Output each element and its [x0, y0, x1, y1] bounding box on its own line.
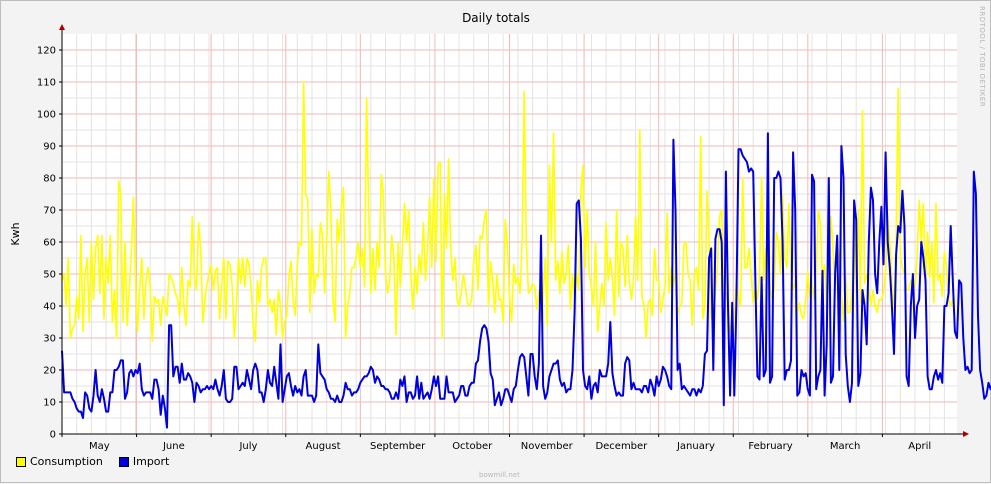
- y-tick-label: 0: [50, 430, 56, 441]
- x-axis-arrow: [963, 431, 969, 437]
- consumption-swatch: [16, 456, 26, 467]
- chart-title: Daily totals: [462, 11, 530, 25]
- x-tick-labels: May June July August September October Novembe…: [89, 441, 931, 452]
- x-tick-label: May: [89, 441, 110, 452]
- legend-label-import: Import: [132, 455, 170, 468]
- y-tick-label: 30: [43, 334, 56, 345]
- x-tick-label: December: [595, 441, 648, 452]
- legend-item-import: Import: [118, 455, 170, 468]
- rrdtool-watermark: RRDTOOL / TOBI OETIKER: [978, 6, 986, 108]
- legend-item-consumption: Consumption: [16, 455, 103, 468]
- x-tick-label: September: [370, 441, 426, 452]
- x-tick-label: February: [748, 441, 792, 452]
- footer-domain: bowmill.net: [479, 471, 520, 479]
- x-tick-label: November: [521, 441, 574, 452]
- y-tick-label: 20: [43, 366, 56, 377]
- y-tick-label: 10: [43, 398, 56, 409]
- x-tick-label: March: [830, 441, 860, 452]
- y-tick-label: 40: [43, 302, 56, 313]
- y-tick-label: 50: [43, 270, 56, 281]
- y-tick-label: 100: [37, 110, 56, 121]
- import-swatch: [118, 456, 129, 467]
- y-tick-label: 60: [43, 238, 56, 249]
- y-tick-label: 120: [37, 46, 56, 57]
- legend: Consumption Import: [16, 455, 169, 468]
- chart-frame: 0 10 20 30 40 50 60 70 80 90 100 110 120 May June July…: [0, 0, 991, 483]
- x-tick-label: August: [306, 441, 341, 452]
- legend-label-consumption: Consumption: [30, 455, 103, 468]
- chart-svg: 0 10 20 30 40 50 60 70 80 90 100 110 120 May June July…: [9, 11, 991, 452]
- y-tick-label: 70: [43, 206, 56, 217]
- y-tick-label: 90: [43, 142, 56, 153]
- x-tick-label: January: [676, 441, 715, 452]
- x-tick-label: October: [452, 441, 493, 452]
- y-tick-label: 110: [37, 78, 56, 89]
- y-tick-label: 80: [43, 174, 56, 185]
- y-axis-arrow: [59, 24, 65, 30]
- y-axis-label: Kwh: [9, 222, 22, 245]
- x-tick-label: June: [162, 441, 185, 452]
- x-tick-label: July: [238, 441, 257, 452]
- y-tick-labels: 0 10 20 30 40 50 60 70 80 90 100 110 120: [37, 46, 56, 441]
- x-tick-label: April: [908, 441, 931, 452]
